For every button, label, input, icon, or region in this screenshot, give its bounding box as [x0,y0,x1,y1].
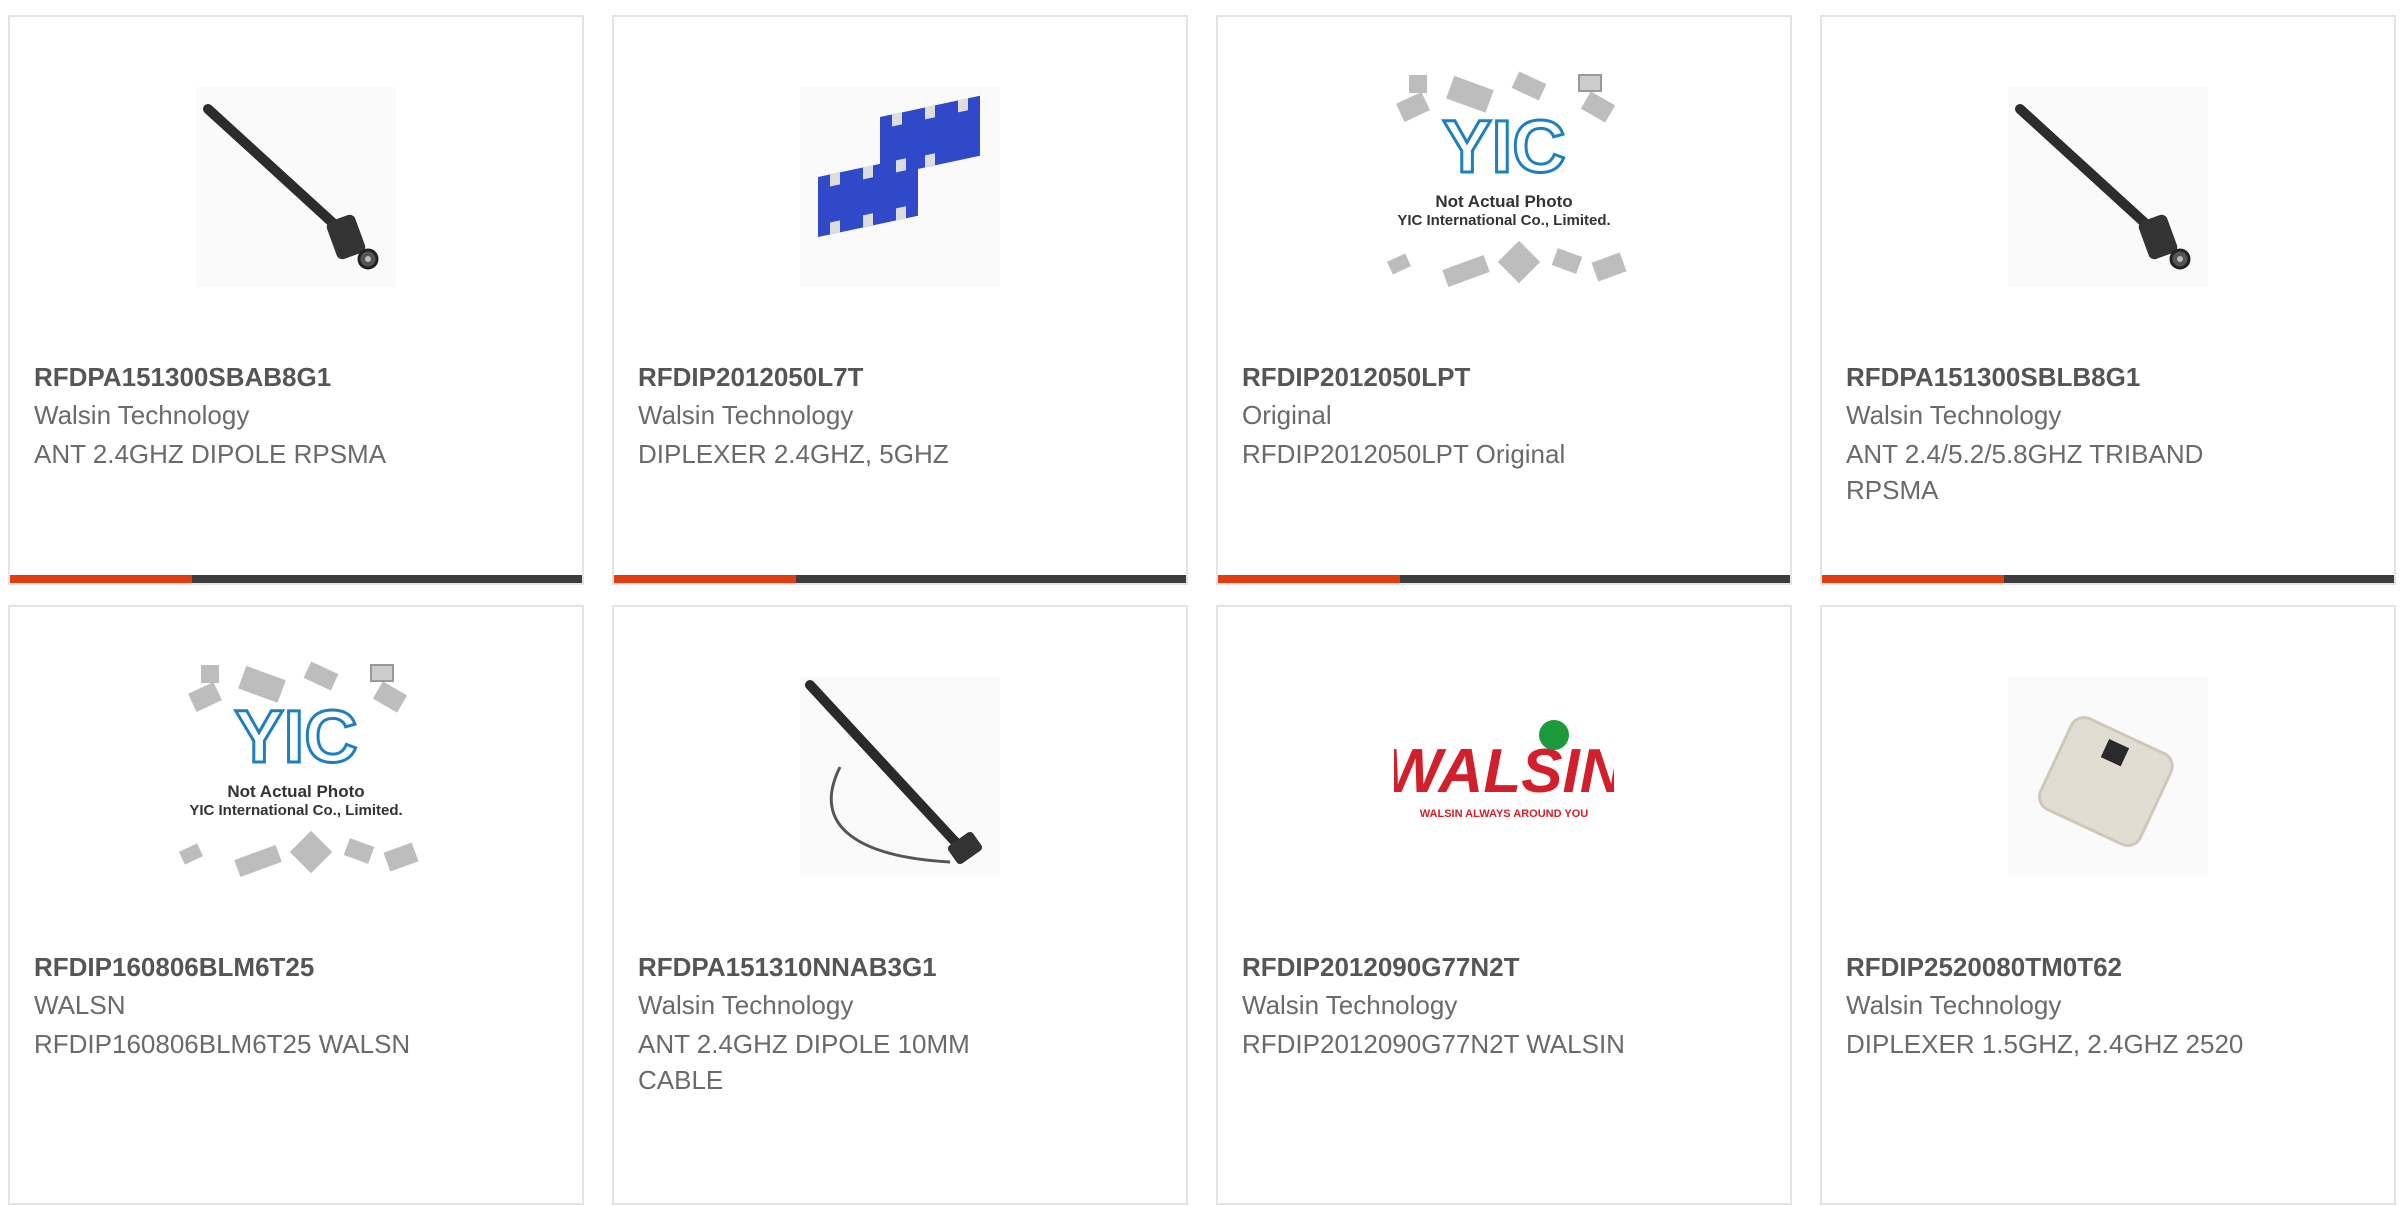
part-number[interactable]: RFDPA151300SBLB8G1 [1846,362,2140,393]
part-number[interactable]: RFDPA151300SBAB8G1 [34,362,331,393]
card-accent-bar [1218,575,1400,583]
company-label: YIC International Co., Limited. [189,802,402,819]
company-label: YIC International Co., Limited. [1397,212,1610,229]
part-number[interactable]: RFDIP2520080TM0T62 [1846,952,2122,983]
description: ANT 2.4GHZ DIPOLE RPSMA [34,439,387,469]
description: DIPLEXER 1.5GHZ, 2.4GHZ 2520 [1846,1029,2244,1059]
yic-logo: YIC [234,695,357,778]
antenna-image[interactable] [10,87,582,302]
ceramic-chip-image[interactable] [1822,677,2394,892]
diplexer-chip-image[interactable] [614,87,1186,302]
part-number[interactable]: RFDIP2012050L7T [638,362,863,393]
walsin-logo-image[interactable]: WALSIN WALSIN ALWAYS AROUND YOU [1218,677,1790,892]
manufacturer: Walsin Technology [638,990,854,1020]
card-bottom-bar [1218,575,1790,583]
product-card[interactable]: RFDPA151300SBLB8G1 Walsin Technology ANT… [1820,15,2396,585]
description: RFDIP2012090G77N2T WALSIN [1242,1029,1625,1059]
part-number[interactable]: RFDIP2012090G77N2T [1242,952,1519,983]
card-bottom-bar [10,575,582,583]
product-card[interactable]: YIC Not Actual Photo YIC International C… [8,605,584,1205]
product-card[interactable]: YIC Not Actual Photo YIC International C… [1216,15,1792,585]
placeholder-image[interactable]: YIC Not Actual Photo YIC International C… [1218,71,1790,302]
product-card[interactable]: WALSIN WALSIN ALWAYS AROUND YOU RFDIP201… [1216,605,1792,1205]
product-card[interactable]: RFDIP2012050L7T Walsin Technology DIPLEX… [612,15,1188,585]
description: ANT 2.4GHZ DIPOLE 10MM CABLE [638,1029,970,1095]
manufacturer: Original [1242,400,1332,430]
walsin-tagline: WALSIN ALWAYS AROUND YOU [1420,808,1589,820]
card-bottom-bar [1822,575,2394,583]
antenna-cable-image[interactable] [614,677,1186,892]
product-card[interactable]: RFDPA151310NNAB3G1 Walsin Technology ANT… [612,605,1188,1205]
card-accent-bar [1822,575,2004,583]
part-number[interactable]: RFDIP160806BLM6T25 [34,952,314,983]
manufacturer: Walsin Technology [1846,990,2062,1020]
manufacturer: Walsin Technology [1242,990,1458,1020]
manufacturer: WALSN [34,990,126,1020]
walsin-logo: WALSIN [1394,737,1614,806]
description: RFDIP2012050LPT Original [1242,439,1566,469]
card-accent-bar [614,575,796,583]
not-actual-photo-label: Not Actual Photo [227,782,364,801]
manufacturer: Walsin Technology [638,400,854,430]
product-card[interactable]: RFDIP2520080TM0T62 Walsin Technology DIP… [1820,605,2396,1205]
description: DIPLEXER 2.4GHZ, 5GHZ [638,439,949,469]
description: RFDIP160806BLM6T25 WALSN [34,1029,411,1059]
card-bottom-bar [614,575,1186,583]
part-number[interactable]: RFDIP2012050LPT [1242,362,1470,393]
card-accent-bar [10,575,192,583]
antenna-image[interactable] [1822,87,2394,302]
manufacturer: Walsin Technology [34,400,250,430]
placeholder-image[interactable]: YIC Not Actual Photo YIC International C… [10,661,582,892]
product-card[interactable]: RFDPA151300SBAB8G1 Walsin Technology ANT… [8,15,584,585]
description: ANT 2.4/5.2/5.8GHZ TRIBAND RPSMA [1846,439,2204,505]
manufacturer: Walsin Technology [1846,400,2062,430]
not-actual-photo-label: Not Actual Photo [1435,192,1572,211]
yic-logo: YIC [1442,105,1565,188]
part-number[interactable]: RFDPA151310NNAB3G1 [638,952,937,983]
